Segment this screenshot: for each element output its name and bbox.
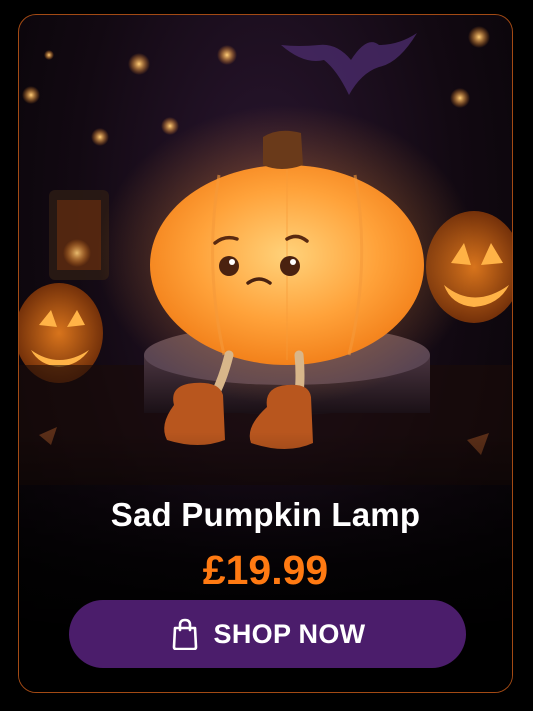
product-image — [19, 26, 512, 485]
product-title: Sad Pumpkin Lamp — [110, 496, 421, 533]
shop-now-button[interactable]: SHOP NOW — [69, 600, 466, 668]
shop-now-label: SHOP NOW — [213, 618, 366, 649]
bat-silhouette — [281, 33, 417, 95]
product-price: £19.99 — [202, 547, 329, 593]
product-card: Sad Pumpkin Lamp £19.99 SHOP NOW — [18, 14, 513, 693]
shopping-bag-icon — [172, 618, 197, 650]
